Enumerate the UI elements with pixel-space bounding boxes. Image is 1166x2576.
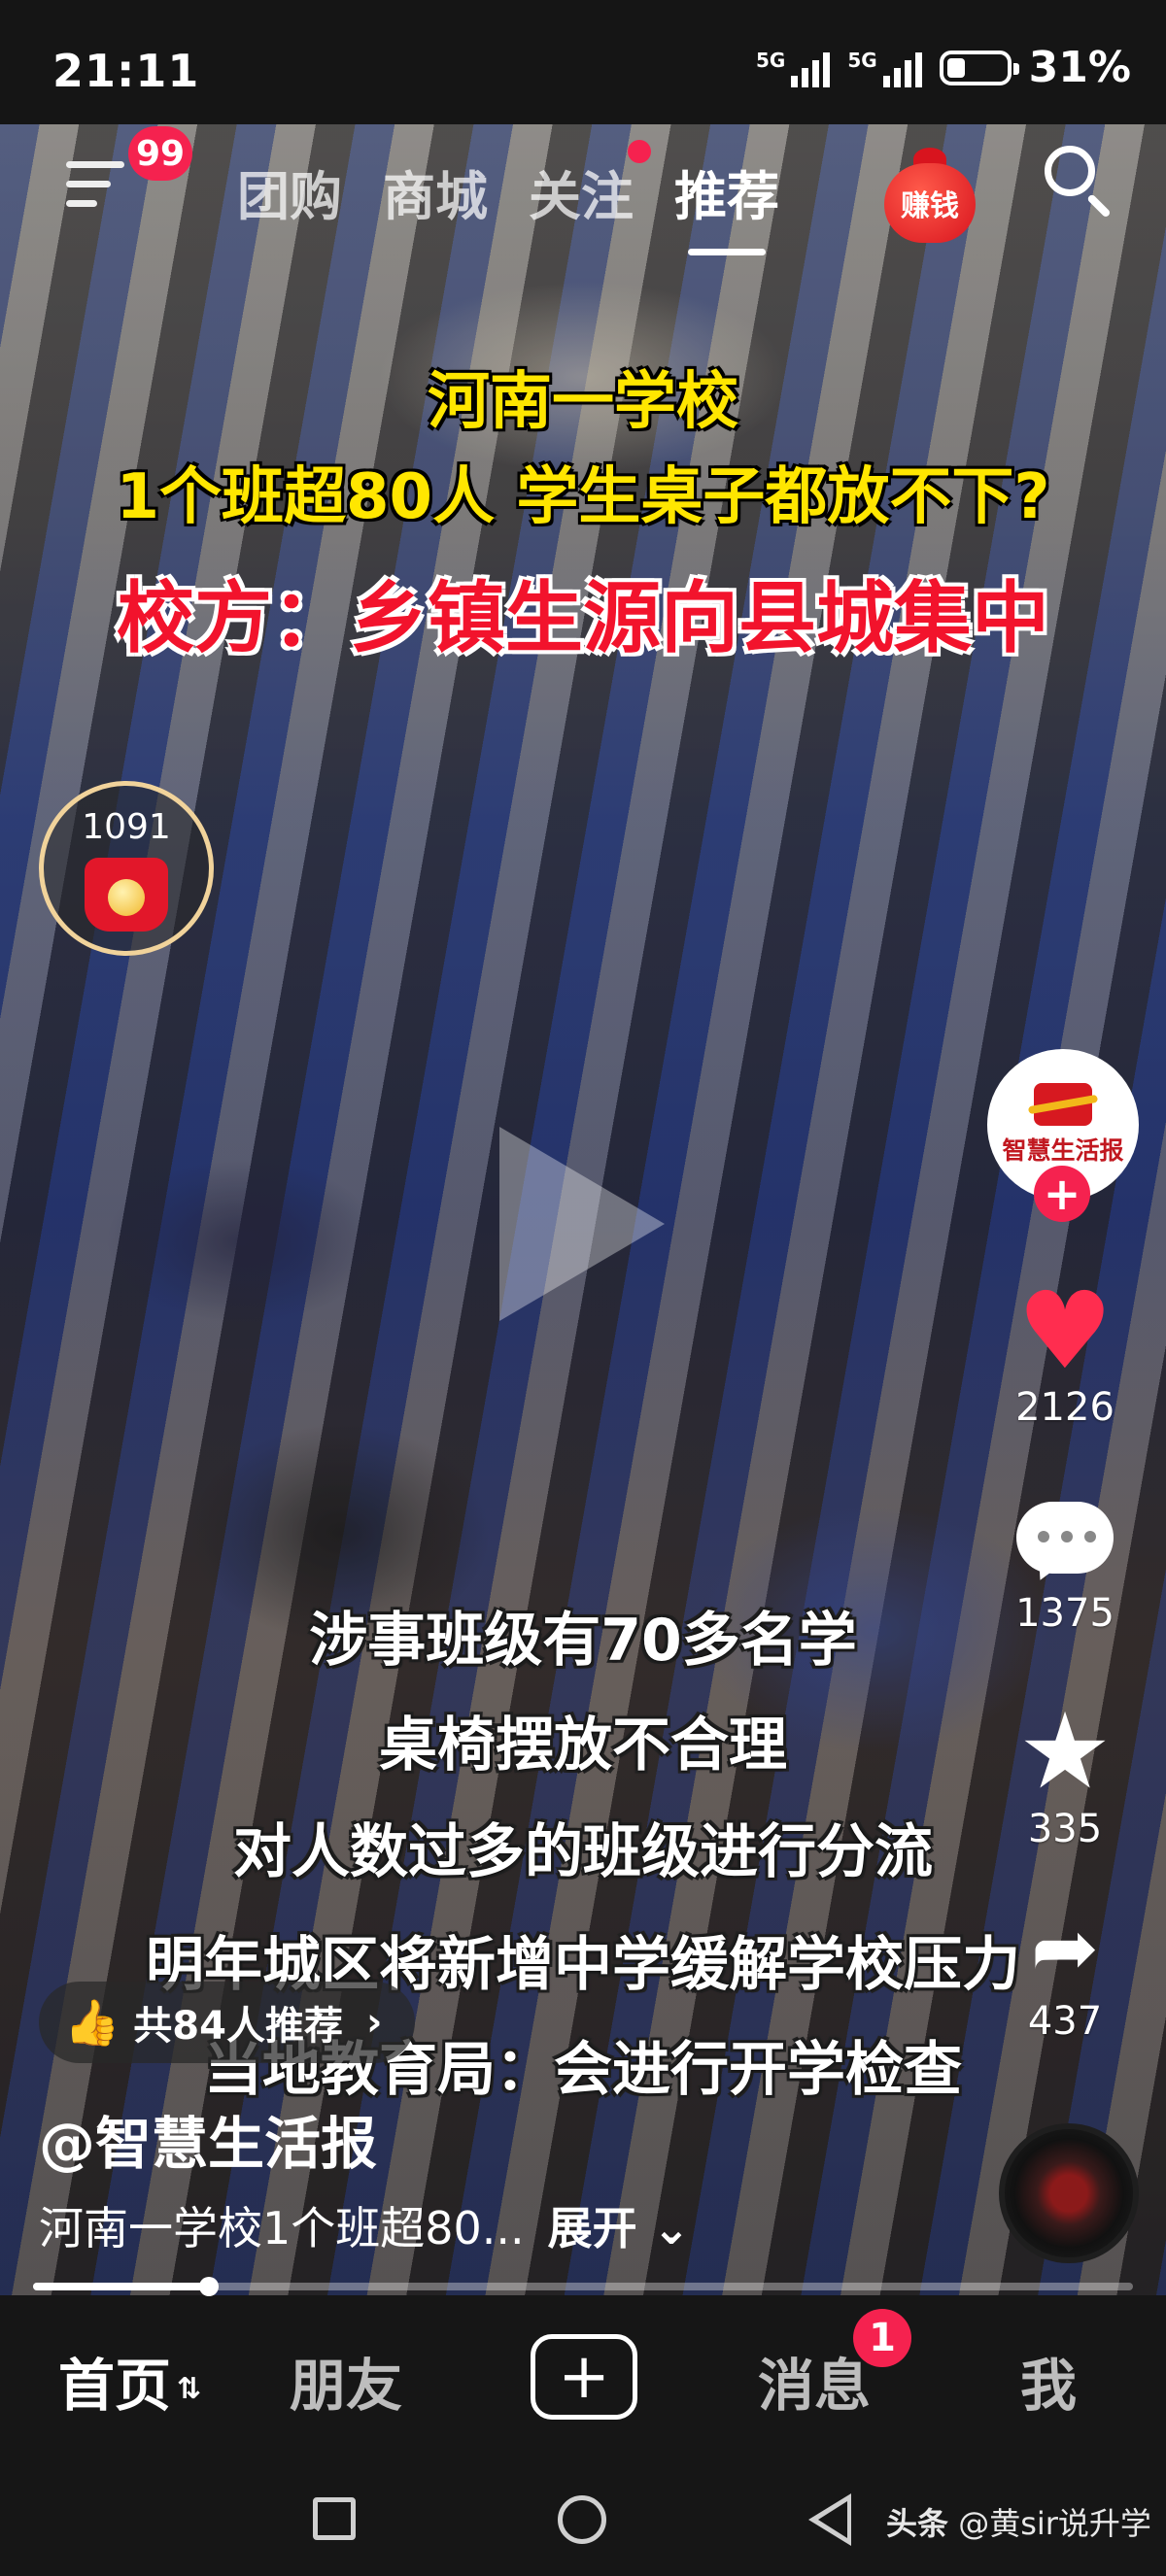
like-count: 2126: [1015, 1385, 1115, 1430]
signal-type-label: 5G: [847, 48, 877, 72]
status-time: 21:11: [52, 45, 200, 97]
system-nav-bar: 头条 @黄sir说升学: [0, 2460, 1166, 2576]
video-progress-bar[interactable]: [33, 2277, 1133, 2296]
subtitle-line: 桌椅摆放不合理: [379, 1712, 787, 1779]
signal-icon: 5G: [755, 48, 831, 87]
heart-icon: ♥: [1016, 1269, 1114, 1393]
subtitle-line: 对人数过多的班级进行分流: [233, 1818, 933, 1886]
search-icon[interactable]: [1045, 146, 1118, 220]
coin-icon: [108, 879, 145, 916]
tab-mall[interactable]: 商城: [383, 153, 488, 230]
music-disc-icon[interactable]: [999, 2123, 1139, 2263]
earn-money-icon[interactable]: 赚钱: [884, 146, 976, 243]
progress-fill: [33, 2283, 210, 2290]
red-packet-count: 1091: [82, 807, 171, 847]
headline-line-3: 校方：乡镇生源向县城集中: [117, 573, 1049, 663]
progress-knob[interactable]: [199, 2277, 220, 2296]
battery-percent: 31%: [1028, 43, 1131, 92]
subtitle-line: 涉事班级有70多名学: [309, 1607, 857, 1675]
recents-square-icon[interactable]: [313, 2497, 356, 2540]
earn-label: 赚钱: [884, 163, 976, 243]
messages-badge: 1: [853, 2309, 911, 2367]
create-plus-button[interactable]: +: [531, 2334, 637, 2420]
menu-badge: 99: [128, 126, 192, 181]
tab-group-buy[interactable]: 团购: [237, 153, 342, 230]
expand-button[interactable]: 展开 ⌄: [548, 2202, 691, 2254]
chevron-right-icon: ›: [365, 2000, 383, 2045]
tab-friends[interactable]: 朋友: [290, 2340, 402, 2422]
comment-icon: [1014, 1502, 1115, 1586]
headline-line-2: 1个班超80人 学生桌子都放不下?: [116, 461, 1050, 533]
play-icon[interactable]: [499, 1127, 665, 1321]
description-text: 河南一学校1个班超80...: [39, 2202, 525, 2254]
menu-icon[interactable]: [66, 161, 124, 210]
thumbs-up-icon: 👍: [64, 1995, 120, 2049]
home-circle-icon[interactable]: [558, 2495, 606, 2544]
switch-arrows-icon: ⇅: [177, 2372, 202, 2407]
signal-icon: 5G: [847, 48, 922, 87]
tab-me[interactable]: 我: [1020, 2340, 1077, 2422]
follow-plus-button[interactable]: +: [1034, 1166, 1090, 1222]
tab-recommend[interactable]: 推荐: [674, 153, 779, 255]
active-tab-underline: [688, 249, 766, 255]
like-button[interactable]: ♥ 2126: [997, 1269, 1133, 1430]
newspaper-logo-icon: [1034, 1083, 1092, 1126]
status-indicators: 5G 5G 31%: [756, 43, 1131, 92]
tab-messages[interactable]: 消息: [758, 2340, 871, 2422]
headline-line-1: 河南一学校: [428, 366, 738, 438]
tab-home[interactable]: 首页 ⇅: [58, 2340, 201, 2422]
status-bar: 21:11 5G 5G 31%: [0, 0, 1166, 124]
battery-icon: [939, 50, 1019, 85]
tab-following[interactable]: 关注: [529, 140, 651, 230]
avatar-name: 智慧生活报: [1002, 1136, 1124, 1165]
video-description[interactable]: 河南一学校1个班超80... 展开 ⌄: [39, 2193, 690, 2257]
new-dot: [628, 140, 651, 163]
top-tabs: 团购 商城 关注 推荐: [237, 140, 779, 255]
recommend-pill[interactable]: 👍 共84人推荐 ›: [39, 1982, 416, 2063]
author-name[interactable]: @智慧生活报: [39, 2098, 377, 2180]
back-triangle-icon[interactable]: [808, 2493, 851, 2546]
red-packet-widget[interactable]: 1091: [39, 781, 214, 956]
recommend-text: 共84人推荐: [133, 2004, 343, 2049]
watermark: 头条 @黄sir说升学: [886, 2505, 1151, 2542]
bottom-tab-bar: 首页 ⇅ 朋友 + 消息 1 我: [0, 2295, 1166, 2460]
signal-type-label: 5G: [755, 48, 786, 72]
